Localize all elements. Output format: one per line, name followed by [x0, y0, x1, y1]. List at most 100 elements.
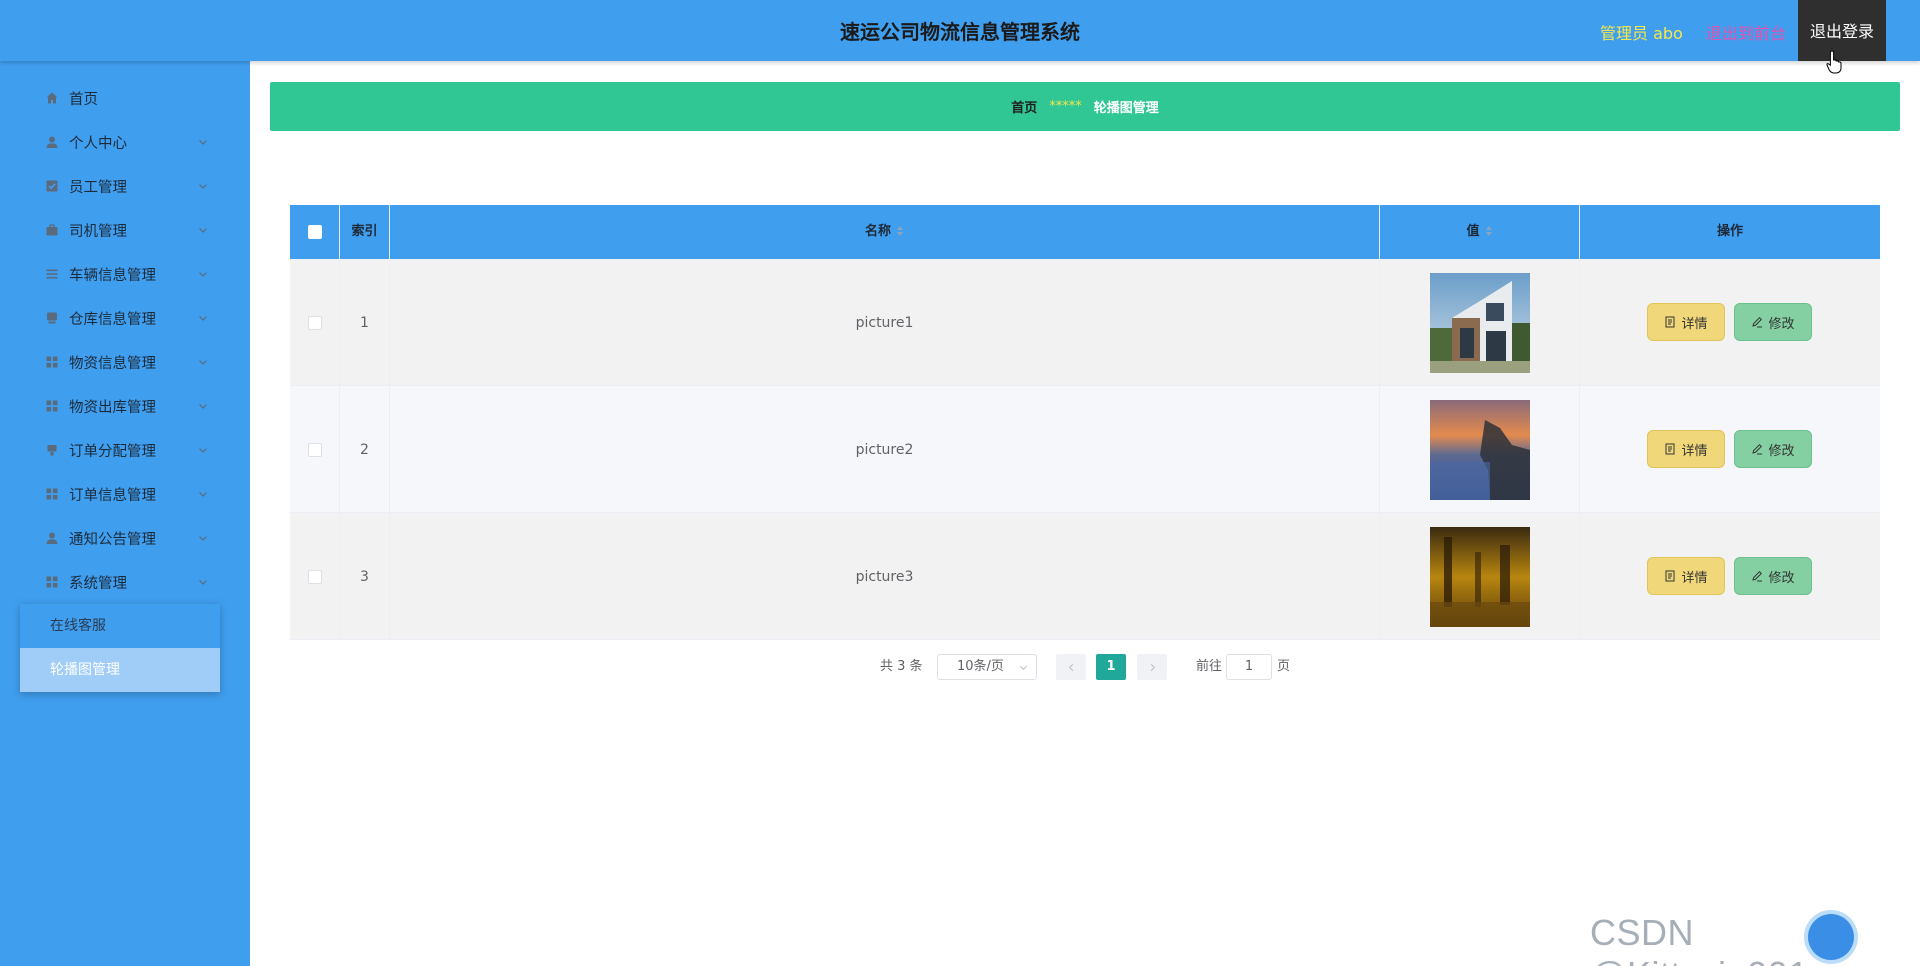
hand-cursor-icon: [1826, 50, 1842, 74]
chevron-down-icon: [199, 492, 207, 497]
column-header-name[interactable]: 名称: [390, 205, 1380, 259]
column-header-actions: 操作: [1716, 224, 1743, 239]
sidebar-item-label: 订单分配管理: [69, 443, 156, 460]
chevron-down-icon: [199, 360, 207, 365]
admin-user-label: 管理员 abo: [1600, 24, 1683, 43]
chevron-down-icon: [199, 272, 207, 277]
chevron-down-icon: [1019, 665, 1028, 671]
detail-button-label: 详情: [1681, 570, 1708, 586]
value-cell: [1380, 259, 1580, 386]
cabinet-icon: [45, 311, 59, 325]
chevron-left-icon: [1068, 663, 1073, 671]
sort-icon[interactable]: [896, 225, 904, 237]
page-size-select[interactable]: 10条/页: [937, 654, 1037, 680]
pagination-total: 共 3 条: [880, 659, 923, 674]
select-all-checkbox[interactable]: [307, 225, 322, 239]
sidebar-item-home[interactable]: 首页: [0, 76, 250, 120]
grid-icon: [45, 355, 59, 369]
edit-button-label: 修改: [1768, 443, 1795, 459]
value-cell: [1380, 386, 1580, 513]
edit-icon: [1752, 316, 1763, 328]
system-submenu: 在线客服 轮播图管理: [20, 604, 220, 692]
chevron-right-icon: [1150, 663, 1155, 671]
list-icon: [45, 267, 59, 281]
detail-button[interactable]: 详情: [1647, 557, 1725, 595]
sidebar-item-order-info[interactable]: 订单信息管理: [0, 472, 250, 516]
back-to-front-link[interactable]: 退出到前台: [1706, 20, 1786, 44]
value-cell: [1380, 513, 1580, 640]
edit-button-label: 修改: [1768, 316, 1795, 332]
sidebar: 首页 个人中心 员工管理 司机管理 车辆信息管理 仓库信息管理 物资信息管理 物…: [0, 61, 250, 966]
sidebar-item-warehouse[interactable]: 仓库信息管理: [0, 296, 250, 340]
user-icon: [45, 531, 59, 545]
sidebar-item-label: 员工管理: [69, 179, 127, 196]
sidebar-item-notice[interactable]: 通知公告管理: [0, 516, 250, 560]
detail-button[interactable]: 详情: [1647, 303, 1725, 341]
sidebar-item-material[interactable]: 物资信息管理: [0, 340, 250, 384]
sidebar-item-driver[interactable]: 司机管理: [0, 208, 250, 252]
sidebar-item-personal-center[interactable]: 个人中心: [0, 120, 250, 164]
prev-page-button[interactable]: [1056, 654, 1086, 680]
sidebar-item-outbound[interactable]: 物资出库管理: [0, 384, 250, 428]
row-checkbox[interactable]: [307, 442, 322, 457]
sidebar-item-label: 首页: [69, 91, 98, 108]
row-select-cell: [290, 259, 340, 386]
sort-icon[interactable]: [1485, 225, 1493, 237]
row-select-cell: [290, 513, 340, 640]
goto-unit-label: 页: [1277, 659, 1291, 674]
sidebar-item-label: 个人中心: [69, 135, 127, 152]
row-checkbox[interactable]: [307, 569, 322, 584]
actions-cell: 详情 修改: [1580, 386, 1880, 513]
table-row: 3 picture3 详情 修改: [290, 513, 1880, 640]
sidebar-item-label: 司机管理: [69, 223, 127, 240]
logout-button[interactable]: 退出登录: [1798, 0, 1886, 61]
row-checkbox[interactable]: [307, 315, 322, 330]
sidebar-item-order-assign[interactable]: 订单分配管理: [0, 428, 250, 472]
column-header-index: 索引: [340, 205, 390, 259]
chevron-down-icon: [199, 316, 207, 321]
checkbox-icon: [45, 179, 59, 193]
chevron-down-icon: [199, 184, 207, 189]
sidebar-item-label: 物资信息管理: [69, 355, 156, 372]
table-row: 2 picture2 详情 修改: [290, 386, 1880, 513]
page-number-1[interactable]: 1: [1096, 654, 1126, 680]
house-photo: [1429, 272, 1530, 373]
user-icon: [45, 135, 59, 149]
golden-photo: [1429, 526, 1530, 627]
sidebar-item-system[interactable]: 系统管理: [0, 560, 250, 604]
sidebar-item-label: 系统管理: [69, 575, 127, 592]
sidebar-item-label: 订单信息管理: [69, 487, 156, 504]
table-header: 索引 名称 值 操作: [290, 205, 1880, 259]
submenu-item-online-service[interactable]: 在线客服: [20, 604, 220, 648]
goto-label: 前往: [1196, 659, 1223, 674]
breadcrumb-home[interactable]: 首页: [1011, 97, 1037, 116]
edit-button[interactable]: 修改: [1734, 303, 1812, 341]
watermark: CSDN @Kittyxia001: [1590, 912, 1808, 966]
submenu-item-carousel[interactable]: 轮播图管理: [20, 648, 220, 692]
sidebar-item-employee[interactable]: 员工管理: [0, 164, 250, 208]
detail-button[interactable]: 详情: [1647, 430, 1725, 468]
column-header-value[interactable]: 值: [1380, 205, 1580, 259]
sidebar-item-vehicle[interactable]: 车辆信息管理: [0, 252, 250, 296]
chevron-down-icon: [199, 404, 207, 409]
sidebar-item-label: 车辆信息管理: [69, 267, 156, 284]
detail-button-label: 详情: [1681, 316, 1708, 332]
index-cell: 2: [340, 386, 390, 513]
sidebar-item-label: 仓库信息管理: [69, 311, 156, 328]
grid-icon: [45, 399, 59, 413]
edit-icon: [1752, 570, 1763, 582]
breadcrumb-separator: *****: [1049, 99, 1082, 114]
column-header-name-label: 名称: [864, 224, 891, 239]
sidebar-item-label: 通知公告管理: [69, 531, 156, 548]
page-size-value: 10条/页: [957, 659, 1004, 674]
column-header-value-label: 值: [1466, 224, 1480, 239]
edit-button[interactable]: 修改: [1734, 430, 1812, 468]
edit-button[interactable]: 修改: [1734, 557, 1812, 595]
row-select-cell: [290, 386, 340, 513]
next-page-button[interactable]: [1137, 654, 1167, 680]
actions-cell: 详情 修改: [1580, 513, 1880, 640]
goto-page-input[interactable]: 1: [1226, 654, 1272, 680]
index-cell: 1: [340, 259, 390, 386]
name-cell: picture2: [390, 386, 1380, 513]
chevron-down-icon: [199, 228, 207, 233]
